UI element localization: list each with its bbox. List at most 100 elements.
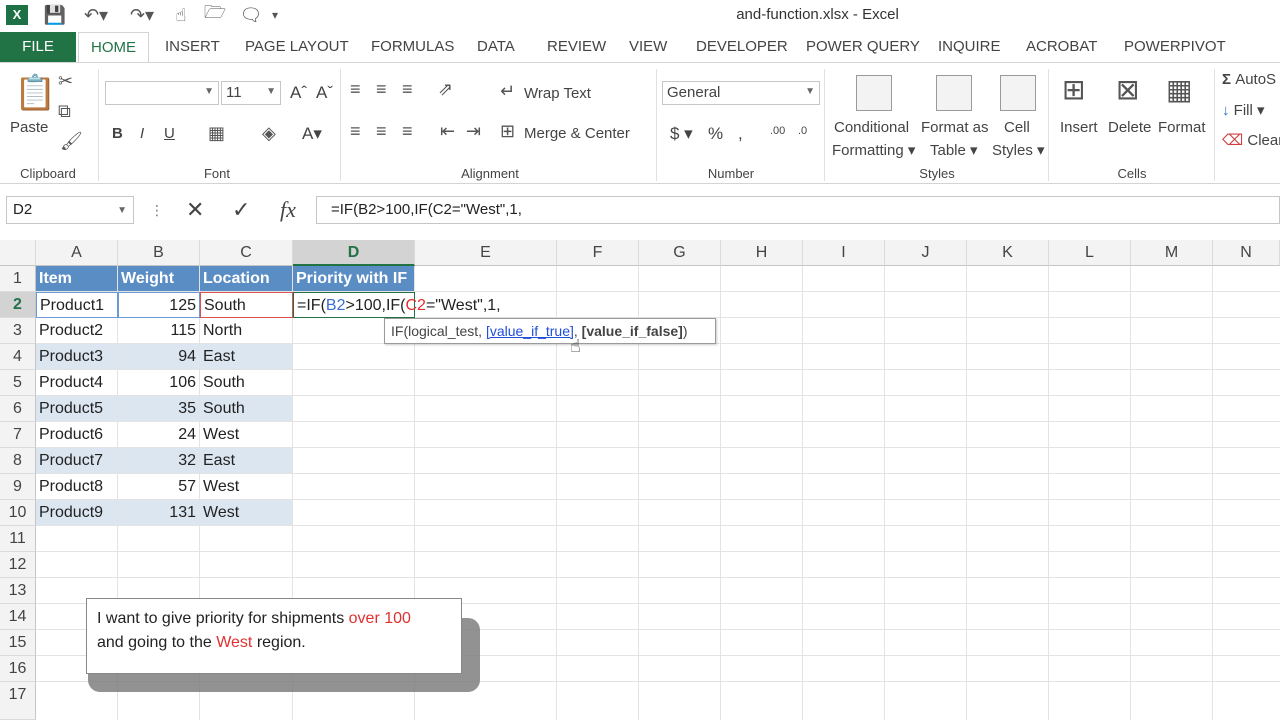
column-header[interactable]: K (967, 240, 1049, 266)
delete-button[interactable]: Delete (1108, 119, 1151, 136)
number-format-combo[interactable]: General ▼ (662, 81, 820, 105)
row-header[interactable]: 14 (0, 604, 36, 630)
active-cell-editor[interactable]: =IF(B2>100,IF(C2="West",1, (293, 292, 501, 318)
table-cell[interactable]: 94 (118, 344, 200, 370)
row-header[interactable]: 16 (0, 656, 36, 682)
wrap-text-icon[interactable]: ↵ (500, 81, 515, 102)
orientation-icon[interactable]: ⇗ (438, 79, 453, 100)
table-cell[interactable]: West (200, 500, 293, 526)
decrease-indent-icon[interactable]: ⇤ (440, 121, 455, 142)
column-header[interactable]: L (1049, 240, 1131, 266)
fill-color-icon[interactable]: ◈ (262, 123, 276, 144)
table-cell[interactable]: 106 (118, 370, 200, 396)
row-header[interactable]: 3 (0, 318, 36, 344)
column-header[interactable]: N (1213, 240, 1280, 266)
merge-center-icon[interactable]: ⊞ (500, 121, 515, 142)
fill-button[interactable]: ↓ Fill ▾ (1222, 101, 1265, 119)
row-header[interactable]: 12 (0, 552, 36, 578)
table-cell[interactable]: South (200, 292, 293, 318)
conditional-formatting-label[interactable]: Formatting ▾ (832, 141, 915, 159)
table-cell[interactable]: 35 (118, 396, 200, 422)
row-header[interactable]: 9 (0, 474, 36, 500)
tooltip-arg-value-if-true[interactable]: [value_if_true] (486, 323, 574, 339)
row-header[interactable]: 8 (0, 448, 36, 474)
italic-button[interactable]: I (140, 125, 144, 142)
table-header-cell[interactable]: Priority with IF (293, 266, 415, 292)
tooltip-arg-value-if-false[interactable]: [value_if_false] (582, 323, 683, 339)
table-cell[interactable]: 115 (118, 318, 200, 344)
column-header[interactable]: G (639, 240, 721, 266)
column-header[interactable]: M (1131, 240, 1213, 266)
currency-button[interactable]: $ ▾ (670, 124, 693, 144)
row-header[interactable]: 7 (0, 422, 36, 448)
enter-icon[interactable]: ✓ (232, 197, 250, 223)
cancel-icon[interactable]: ✕ (186, 197, 204, 223)
percent-button[interactable]: % (708, 124, 723, 144)
tab-view[interactable]: VIEW (629, 32, 667, 62)
align-right-icon[interactable]: ≡ (402, 121, 413, 142)
cut-icon[interactable]: ✂ (58, 71, 73, 92)
table-cell[interactable]: West (200, 474, 293, 500)
borders-icon[interactable]: ▦ (208, 123, 225, 144)
formula-input[interactable]: =IF(B2>100,IF(C2="West",1, (316, 196, 1280, 224)
cell-styles-button[interactable]: Cell (1004, 119, 1030, 136)
column-header[interactable]: C (200, 240, 293, 266)
align-center-icon[interactable]: ≡ (376, 121, 387, 142)
row-header[interactable]: 1 (0, 266, 36, 292)
table-cell[interactable]: 24 (118, 422, 200, 448)
table-cell[interactable]: East (200, 344, 293, 370)
copy-icon[interactable]: ⧉ (58, 101, 71, 122)
table-cell[interactable]: South (200, 396, 293, 422)
table-cell[interactable]: Product1 (36, 292, 118, 318)
column-header[interactable]: A (36, 240, 118, 266)
table-cell[interactable]: 131 (118, 500, 200, 526)
align-left-icon[interactable]: ≡ (350, 121, 361, 142)
row-header[interactable]: 10 (0, 500, 36, 526)
table-cell[interactable]: Product6 (36, 422, 118, 448)
table-cell[interactable]: South (200, 370, 293, 396)
table-header-cell[interactable]: Weight (118, 266, 200, 292)
name-box[interactable]: D2 ▼ (6, 196, 134, 224)
column-header[interactable]: B (118, 240, 200, 266)
top-align-icon[interactable]: ≡ (350, 79, 361, 100)
increase-decimal-icon[interactable]: .00 (770, 125, 785, 137)
comma-button[interactable]: , (738, 124, 743, 144)
table-cell[interactable]: Product3 (36, 344, 118, 370)
table-cell[interactable]: Product4 (36, 370, 118, 396)
shrink-font-icon[interactable]: Aˇ (316, 83, 333, 103)
column-header[interactable]: I (803, 240, 885, 266)
font-size-combo[interactable]: 11 ▼ (221, 81, 281, 105)
bottom-align-icon[interactable]: ≡ (402, 79, 413, 100)
table-header-cell[interactable]: Item (36, 266, 118, 292)
column-header-selected[interactable]: D (293, 240, 415, 266)
conditional-formatting-button[interactable]: Conditional (834, 119, 909, 136)
increase-indent-icon[interactable]: ⇥ (466, 121, 481, 142)
table-cell[interactable]: 57 (118, 474, 200, 500)
table-header-cell[interactable]: Location (200, 266, 293, 292)
grow-font-icon[interactable]: Aˆ (290, 83, 307, 103)
insert-function-button[interactable]: fx (280, 197, 296, 223)
table-cell[interactable]: 32 (118, 448, 200, 474)
table-cell[interactable]: 125 (118, 292, 200, 318)
table-cell[interactable]: West (200, 422, 293, 448)
tab-home[interactable]: HOME (78, 32, 149, 62)
table-cell[interactable]: Product9 (36, 500, 118, 526)
clear-button[interactable]: ⌫ Clear (1222, 131, 1280, 149)
tab-inquire[interactable]: INQUIRE (938, 32, 1001, 62)
wrap-text-button[interactable]: Wrap Text (524, 85, 591, 102)
underline-button[interactable]: U (164, 125, 175, 142)
tab-review[interactable]: REVIEW (547, 32, 606, 62)
conditional-formatting-icon[interactable] (856, 75, 892, 111)
format-cells-icon[interactable]: ▦ (1166, 73, 1192, 106)
format-as-table-icon[interactable] (936, 75, 972, 111)
row-header[interactable]: 13 (0, 578, 36, 604)
row-header[interactable]: 6 (0, 396, 36, 422)
cell-styles-label[interactable]: Styles ▾ (992, 141, 1045, 159)
row-header[interactable]: 5 (0, 370, 36, 396)
row-header[interactable]: 15 (0, 630, 36, 656)
delete-cells-icon[interactable]: ⊠ (1116, 73, 1139, 106)
column-header[interactable]: F (557, 240, 639, 266)
paste-icon[interactable]: 📋 (14, 73, 56, 113)
format-as-table-label[interactable]: Table ▾ (930, 141, 978, 159)
tab-file[interactable]: FILE (0, 32, 76, 62)
